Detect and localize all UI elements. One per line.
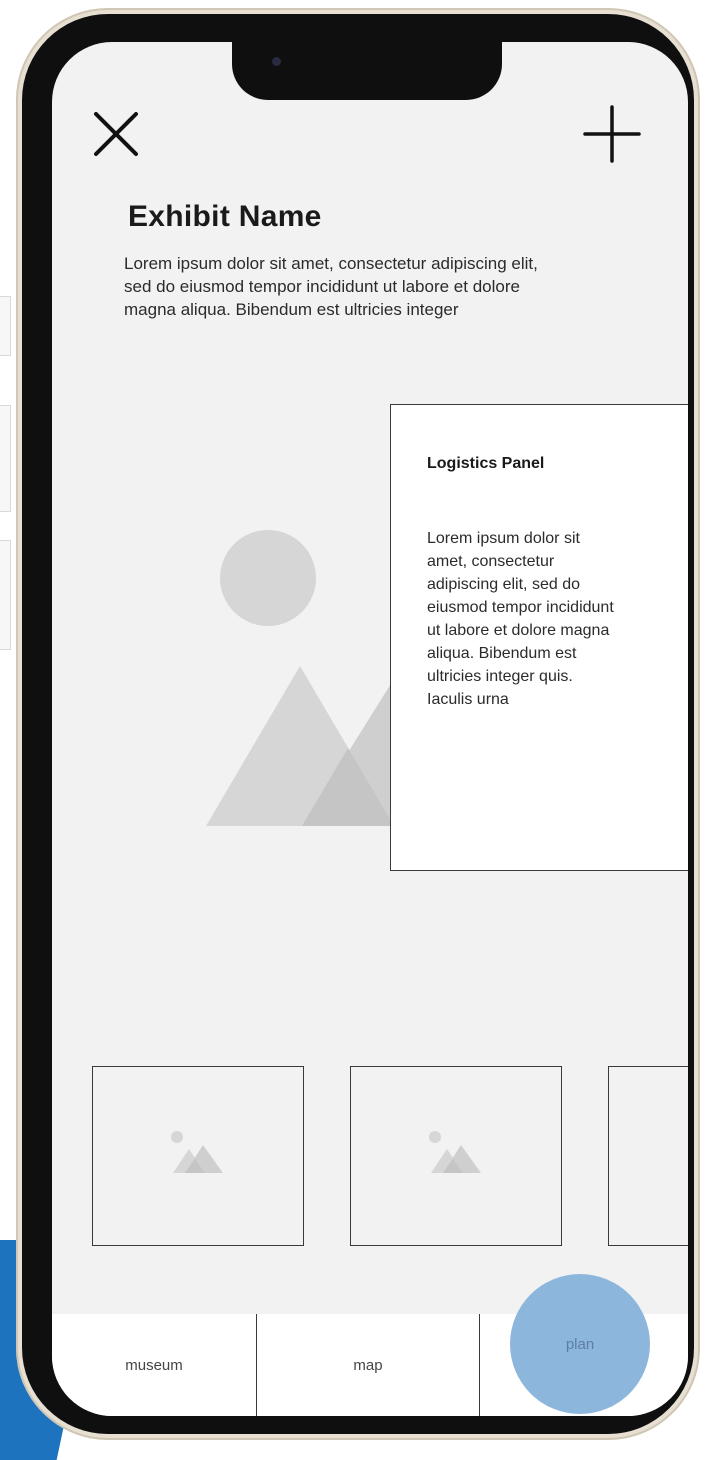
camera-icon xyxy=(272,57,281,66)
logistics-panel-title: Logistics Panel xyxy=(427,455,545,472)
nav-item-map[interactable]: map xyxy=(257,1314,480,1416)
thumbnail[interactable] xyxy=(608,1066,688,1246)
logistics-panel: Logistics Panel Lorem ipsum dolor sit am… xyxy=(390,404,688,871)
add-button[interactable] xyxy=(582,104,642,164)
thumbnail[interactable] xyxy=(92,1066,304,1246)
nav-item-label: plan xyxy=(565,1335,595,1353)
image-placeholder-icon xyxy=(171,1131,223,1173)
phone-side-button xyxy=(0,405,11,512)
image-placeholder-icon xyxy=(429,1131,481,1173)
exhibit-title: Exhibit Name xyxy=(128,200,322,233)
thumbnail[interactable] xyxy=(350,1066,562,1246)
close-button[interactable] xyxy=(86,104,146,164)
exhibit-description: Lorem ipsum dolor sit amet, consectetur … xyxy=(124,254,538,319)
nav-item-label: map xyxy=(353,1356,383,1374)
logistics-panel-body: Lorem ipsum dolor sit amet, consectetur … xyxy=(427,530,614,708)
phone-screen: Exhibit Name Lorem ipsum dolor sit amet,… xyxy=(52,42,688,1416)
notch xyxy=(232,42,502,100)
phone-side-button xyxy=(0,540,11,650)
nav-item-museum[interactable]: museum xyxy=(52,1314,257,1416)
close-icon xyxy=(94,112,138,156)
nav-item-label: museum xyxy=(125,1356,183,1374)
nav-item-plan-overlay[interactable]: plan xyxy=(510,1274,650,1414)
plus-icon xyxy=(583,105,641,163)
phone-side-button xyxy=(0,296,11,356)
